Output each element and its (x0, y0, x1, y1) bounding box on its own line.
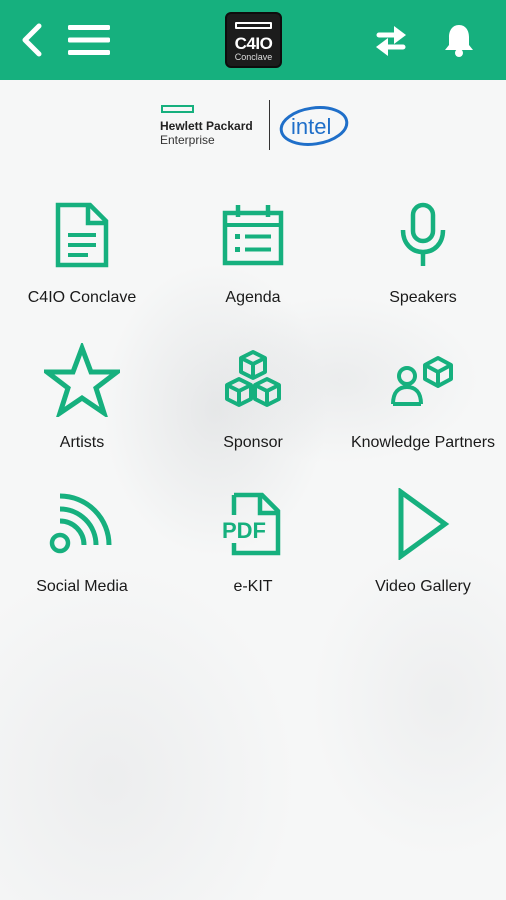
tile-label: Social Media (36, 578, 128, 595)
tile-knowledge-partners[interactable]: Knowledge Partners (338, 340, 506, 470)
tile-label: e-KIT (233, 578, 273, 595)
logo-subtitle: Conclave (234, 52, 273, 62)
rss-icon (49, 493, 112, 554)
pdf-icon: PDF (222, 492, 281, 556)
person-cube-icon (391, 356, 453, 406)
microphone-icon (400, 202, 446, 266)
star-icon (44, 343, 120, 417)
app-logo: C4IO Conclave (225, 12, 282, 68)
bell-icon (445, 25, 473, 57)
menu-button[interactable] (62, 0, 116, 80)
tile-social-media[interactable]: Social Media (0, 484, 167, 614)
app-header: C4IO Conclave (0, 0, 506, 80)
calendar-icon (222, 205, 284, 266)
logo-title: C4IO (234, 34, 273, 53)
back-arrow-icon (22, 23, 42, 57)
tile-label: Artists (59, 434, 105, 451)
play-icon (398, 488, 450, 560)
hamburger-menu-icon (68, 25, 110, 55)
svg-text:intel: intel (291, 114, 331, 139)
tile-video-gallery[interactable]: Video Gallery (338, 484, 506, 614)
sync-icon (376, 26, 406, 56)
tile-speakers[interactable]: Speakers (338, 195, 506, 325)
tile-c4io-conclave[interactable]: C4IO Conclave (0, 195, 167, 325)
partner-logos: Hewlett Packard Enterprise intel (158, 100, 353, 152)
cubes-icon (225, 350, 281, 407)
document-icon (55, 202, 109, 268)
sync-button[interactable] (364, 0, 418, 80)
notification-button[interactable] (432, 0, 486, 80)
tile-artists[interactable]: Artists (0, 340, 167, 470)
intel-logo: intel (279, 106, 349, 146)
back-button[interactable] (10, 0, 54, 80)
tile-label: C4IO Conclave (27, 289, 137, 306)
tile-sponsor[interactable]: Sponsor (168, 340, 338, 470)
tile-agenda[interactable]: Agenda (168, 195, 338, 325)
tile-e-kit[interactable]: PDF e-KIT (168, 484, 338, 614)
hpe-logo-line2: Enterprise (160, 133, 215, 147)
tile-label: Sponsor (223, 434, 283, 451)
hpe-logo-mark (161, 105, 194, 113)
logo-divider (269, 100, 270, 150)
tile-label: Speakers (389, 289, 457, 306)
hpe-logo-line1: Hewlett Packard (160, 119, 253, 133)
tile-label: Video Gallery (375, 578, 471, 595)
svg-text:PDF: PDF (222, 518, 266, 543)
tile-label: Agenda (225, 289, 281, 306)
tile-label: Knowledge Partners (350, 434, 496, 451)
